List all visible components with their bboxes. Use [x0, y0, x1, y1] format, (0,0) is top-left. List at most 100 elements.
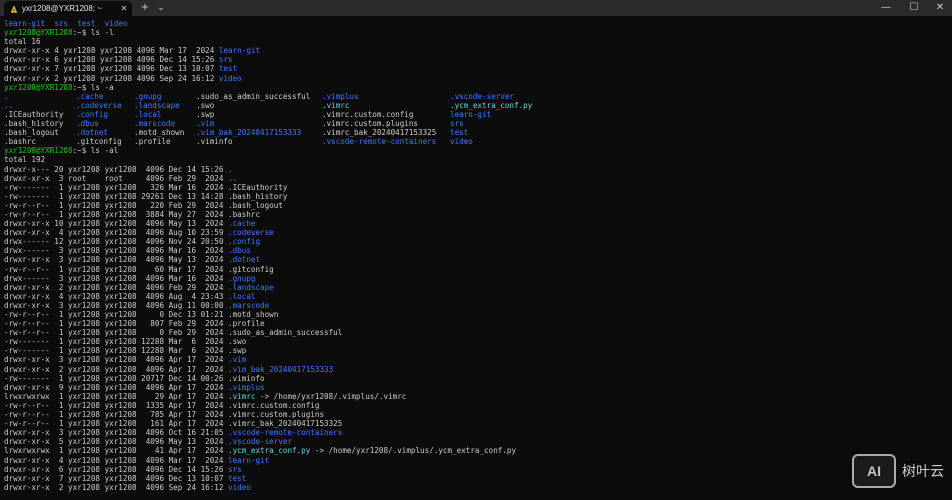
ls-entry: .vscode-remote-containers: [322, 137, 437, 147]
terminal-line: drwxr-xr-x 3 yxr1208 yxr1208 4096 Aug 11…: [4, 301, 948, 310]
ls-entry: .vimrc: [322, 100, 350, 110]
terminal-text: -rw-r--r-- 1 yxr1208 yxr1208 161 Apr 17 …: [4, 419, 343, 429]
ls-entry: .gitconfig: [76, 137, 122, 147]
terminal-text: drwxr-xr-x 6 yxr1208 yxr1208 4096 Dec 14…: [4, 55, 219, 65]
terminal-line: . .cache .gnupg .sudo_as_admin_successful .v…: [4, 92, 948, 101]
terminal-text: drwxr-xr-x 4 yxr1208 yxr1208 4096 Aug 10…: [4, 228, 229, 238]
terminal-text: .vscode-remote-containers: [228, 428, 343, 438]
ls-entry: .dbus: [76, 119, 99, 129]
ls-entry: .config: [76, 109, 109, 119]
terminal-text: learn-git: [4, 19, 46, 28]
terminal-text: .gnupg: [228, 273, 256, 283]
ls-entry: .: [4, 91, 9, 101]
terminal-line: drwxr-xr-x 5 yxr1208 yxr1208 4096 May 13…: [4, 437, 948, 446]
terminal-text: ..: [228, 173, 238, 183]
close-window-button[interactable]: ✕: [928, 0, 952, 16]
tab-close-icon[interactable]: ✕: [119, 4, 129, 13]
terminal-text: learn-git: [218, 46, 261, 56]
terminal-text: .vscode-server: [228, 437, 293, 447]
terminal-text: -> /home/yxr1208/.vimplus/.vimrc: [255, 391, 407, 401]
terminal-text: -rw-r--r-- 1 yxr1208 yxr1208 1335 Apr 17…: [4, 400, 320, 410]
terminal-text: learn-git: [228, 455, 270, 465]
terminal-line: drwxr-xr-x 6 yxr1208 yxr1208 4096 Dec 14…: [4, 55, 948, 64]
terminal-text: -rw------- 1 yxr1208 yxr1208 29261 Dec 1…: [4, 191, 288, 201]
terminal-text: yxr1208@YXR1208: [4, 28, 73, 38]
terminal-line: .. .codeverse .landscape .swo .vimrc .ycm_ext…: [4, 101, 948, 110]
terminal-line: drwxr-xr-x 3 yxr1208 yxr1208 4096 May 13…: [4, 255, 948, 264]
terminal-text: -rw------- 1 yxr1208 yxr1208 20717 Dec 1…: [4, 373, 265, 383]
terminal-line: yxr1208@YXR1208:~$ ls -a: [4, 83, 948, 92]
terminal-line: drwxr-xr-x 4 yxr1208 yxr1208 4096 Mar 17…: [4, 46, 948, 55]
terminal-line: drwxr-xr-x 3 yxr1208 yxr1208 4096 Oct 16…: [4, 428, 948, 437]
watermark: AI 树叶云: [852, 454, 944, 488]
terminal-text: .vim_bak_20240417153333: [228, 364, 334, 374]
terminal-text: drwx------ 3 yxr1208 yxr1208 4096 Mar 16…: [4, 273, 229, 283]
ls-entry: .ICEauthority: [4, 109, 64, 119]
ls-entry: .vim: [196, 119, 215, 129]
terminal-line: drwxr-xr-x 7 yxr1208 yxr1208 4096 Dec 13…: [4, 64, 948, 73]
terminal-text: .codeverse: [228, 228, 274, 238]
ls-entry: .bash_logout: [4, 128, 59, 138]
terminal-text: drwxr-xr-x 2 yxr1208 yxr1208 4096 Sep 24…: [4, 482, 229, 492]
minimize-button[interactable]: —: [872, 0, 900, 16]
terminal-text: :~$ ls -l: [72, 28, 114, 38]
terminal-text: .: [228, 164, 233, 174]
ls-entry: .vim_bak_20240417153333: [196, 128, 302, 138]
terminal-text: video: [104, 19, 128, 28]
terminal-line: .bash_logout .dotnet .motd_shown .vim_bak_2…: [4, 128, 948, 137]
terminal-text: .marscode: [228, 300, 270, 310]
terminal-line: .bashrc .gitconfig .profile .viminfo .vscode…: [4, 137, 948, 146]
terminal-text: yxr1208@YXR1208: [4, 82, 73, 92]
terminal-text: srs: [218, 55, 233, 65]
ls-entry: .swo: [196, 100, 215, 110]
terminal-text: .config: [228, 237, 261, 247]
maximize-button[interactable]: ☐: [902, 0, 926, 16]
terminal-text: drwxr-xr-x 9 yxr1208 yxr1208 4096 Apr 17…: [4, 382, 229, 392]
terminal-line: lrwxrwxrwx 1 yxr1208 yxr1208 41 Apr 17 2…: [4, 446, 948, 455]
ls-entry: video: [450, 137, 473, 147]
ls-entry: test: [450, 128, 469, 138]
terminal-text: drwxr-xr-x 2 yxr1208 yxr1208 4096 Sep 24…: [4, 73, 219, 83]
terminal-text: test: [77, 19, 96, 28]
terminal-line: -rw-r--r-- 1 yxr1208 yxr1208 785 Apr 17 …: [4, 410, 948, 419]
terminal-line: total 192: [4, 155, 948, 164]
tab-dropdown-button[interactable]: ⌄: [154, 0, 168, 16]
ls-entry: .vimrc_bak_20240417153325: [322, 128, 437, 138]
terminal-text: .dbus: [228, 246, 251, 256]
new-tab-button[interactable]: +: [138, 0, 152, 16]
terminal-line: -rw------- 1 yxr1208 yxr1208 12288 Mar 6…: [4, 337, 948, 346]
terminal-line: drwxr-xr-x 4 yxr1208 yxr1208 4096 Aug 10…: [4, 228, 948, 237]
terminal-line: drwxr-xr-x 10 yxr1208 yxr1208 4096 May 1…: [4, 219, 948, 228]
terminal-line: -rw-r--r-- 1 yxr1208 yxr1208 60 Mar 17 2…: [4, 265, 948, 274]
terminal-text: .vimrc: [228, 391, 256, 401]
terminal-tab[interactable]: yxr1208@YXR1208: ~ ✕: [4, 1, 132, 16]
ls-entry: .marscode: [134, 119, 176, 129]
terminal-text: drwxr-xr-x 7 yxr1208 yxr1208 4096 Dec 13…: [4, 473, 229, 483]
terminal-text: -rw-r--r-- 1 yxr1208 yxr1208 220 Feb 29 …: [4, 200, 283, 210]
terminal-text: -rw-r--r-- 1 yxr1208 yxr1208 0 Dec 13 01…: [4, 310, 279, 319]
ls-entry: .bash_history: [4, 119, 64, 129]
ls-entry: .viminfo: [196, 137, 233, 147]
terminal-line: drwxr-x--- 20 yxr1208 yxr1208 4096 Dec 1…: [4, 165, 948, 174]
ls-entry: .landscape: [134, 100, 180, 110]
terminal-line: drwxr-xr-x 3 yxr1208 yxr1208 4096 Apr 17…: [4, 355, 948, 364]
terminal-line: -rw-r--r-- 1 yxr1208 yxr1208 0 Dec 13 01…: [4, 310, 948, 319]
terminal-line: -rw------- 1 yxr1208 yxr1208 20717 Dec 1…: [4, 374, 948, 383]
terminal-line: drwx------ 12 yxr1208 yxr1208 4096 Nov 2…: [4, 237, 948, 246]
terminal-line: -rw-r--r-- 1 yxr1208 yxr1208 0 Feb 29 20…: [4, 328, 948, 337]
terminal-text: :~$ ls -a: [72, 82, 114, 92]
ls-entry: .vimplus: [322, 91, 359, 101]
terminal-output[interactable]: learn-git srs test video yxr1208@YXR1208:…: [4, 19, 948, 500]
terminal-line: -rw-r--r-- 1 yxr1208 yxr1208 161 Apr 17 …: [4, 419, 948, 428]
ls-entry: srs: [450, 119, 464, 129]
terminal-line: drwxr-xr-x 4 yxr1208 yxr1208 4096 Mar 17…: [4, 456, 948, 465]
terminal-text: drwxr-xr-x 3 yxr1208 yxr1208 4096 Oct 16…: [4, 428, 229, 438]
tab-title: yxr1208@YXR1208: ~: [22, 4, 102, 13]
ls-entry: .profile: [134, 137, 171, 147]
terminal-text: drwxr-xr-x 3 root root 4096 Feb 29 2024: [4, 173, 229, 183]
terminal-text: lrwxrwxrwx 1 yxr1208 yxr1208 41 Apr 17 2…: [4, 446, 229, 456]
terminal-text: -> /home/yxr1208/.vimplus/.ycm_extra_con…: [310, 446, 517, 456]
